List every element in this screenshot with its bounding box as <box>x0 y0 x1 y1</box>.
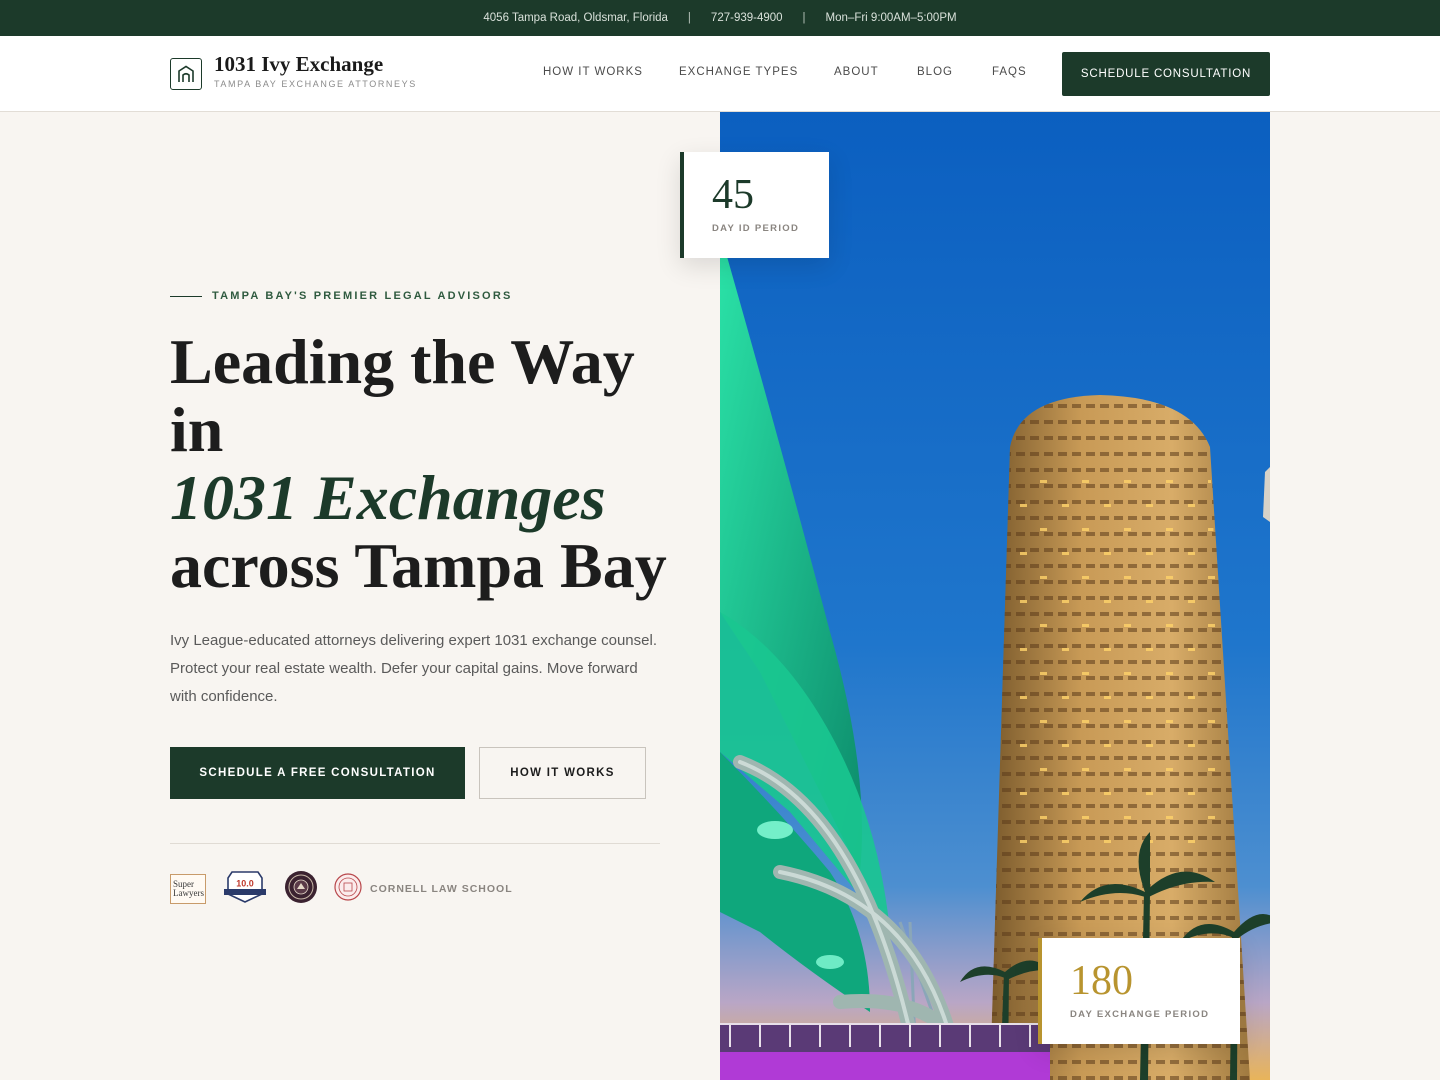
schedule-consultation-button[interactable]: SCHEDULE CONSULTATION <box>1062 52 1270 96</box>
separator: | <box>802 12 806 24</box>
credentials-divider <box>170 843 660 844</box>
nav-how-it-works[interactable]: HOW IT WORKS <box>543 66 643 78</box>
hero-eyebrow: TAMPA BAY'S PREMIER LEGAL ADVISORS <box>170 290 513 302</box>
super-lawyers-text-2: Lawyers <box>173 888 204 898</box>
credentials-row: Super Lawyers 10.0 CORNELL LAW SCHOOL <box>170 870 513 909</box>
stat-value: 180 <box>1070 958 1133 1004</box>
hero-headline: Leading the Way in 1031 Exchanges across… <box>170 328 690 600</box>
home-logo-icon[interactable] <box>170 58 202 90</box>
stat-card-45: 45 DAY ID PERIOD <box>680 152 829 258</box>
address-text: 4056 Tampa Road, Oldsmar, Florida <box>483 12 668 24</box>
nav-blog[interactable]: BLOG <box>917 66 953 78</box>
cornell-seal-icon <box>334 872 362 906</box>
nav-faqs[interactable]: FAQS <box>992 66 1027 78</box>
headline-emphasis: 1031 Exchanges <box>170 462 606 533</box>
avvo-rating-badge: 10.0 <box>222 870 268 909</box>
nav-about[interactable]: ABOUT <box>834 66 879 78</box>
stat-label: DAY EXCHANGE PERIOD <box>1070 1009 1210 1020</box>
free-consultation-button[interactable]: SCHEDULE A FREE CONSULTATION <box>170 747 465 799</box>
nav-exchange-types[interactable]: EXCHANGE TYPES <box>679 66 798 78</box>
hero-description: Ivy League-educated attorneys delivering… <box>170 632 657 705</box>
stat-card-180: 180 DAY EXCHANGE PERIOD <box>1038 938 1240 1044</box>
phone-link[interactable]: 727-939-4900 <box>711 12 783 24</box>
headline-line-4: across Tampa Bay <box>170 530 667 601</box>
eyebrow-rule <box>170 295 202 297</box>
bar-seal-icon <box>284 870 318 909</box>
stat-label: DAY ID PERIOD <box>712 223 800 234</box>
top-info-bar: 4056 Tampa Road, Oldsmar, Florida | 727-… <box>0 0 1440 36</box>
separator: | <box>687 12 691 24</box>
super-lawyers-badge: Super Lawyers <box>170 874 206 904</box>
avvo-rating-value: 10.0 <box>236 878 254 888</box>
headline-line-2: in <box>170 394 224 465</box>
site-header: 1031 Ivy Exchange TAMPA BAY EXCHANGE ATT… <box>0 36 1440 112</box>
cornell-label: CORNELL LAW SCHOOL <box>370 883 513 895</box>
how-it-works-button[interactable]: HOW IT WORKS <box>479 747 646 799</box>
stat-value: 45 <box>712 172 754 218</box>
headline-line-1: Leading the Way <box>170 326 635 397</box>
brand-tagline: TAMPA BAY EXCHANGE ATTORNEYS <box>214 79 417 89</box>
eyebrow-text: TAMPA BAY'S PREMIER LEGAL ADVISORS <box>212 290 513 302</box>
brand-name[interactable]: 1031 Ivy Exchange <box>214 52 383 77</box>
hours-text: Mon–Fri 9:00AM–5:00PM <box>825 12 957 24</box>
